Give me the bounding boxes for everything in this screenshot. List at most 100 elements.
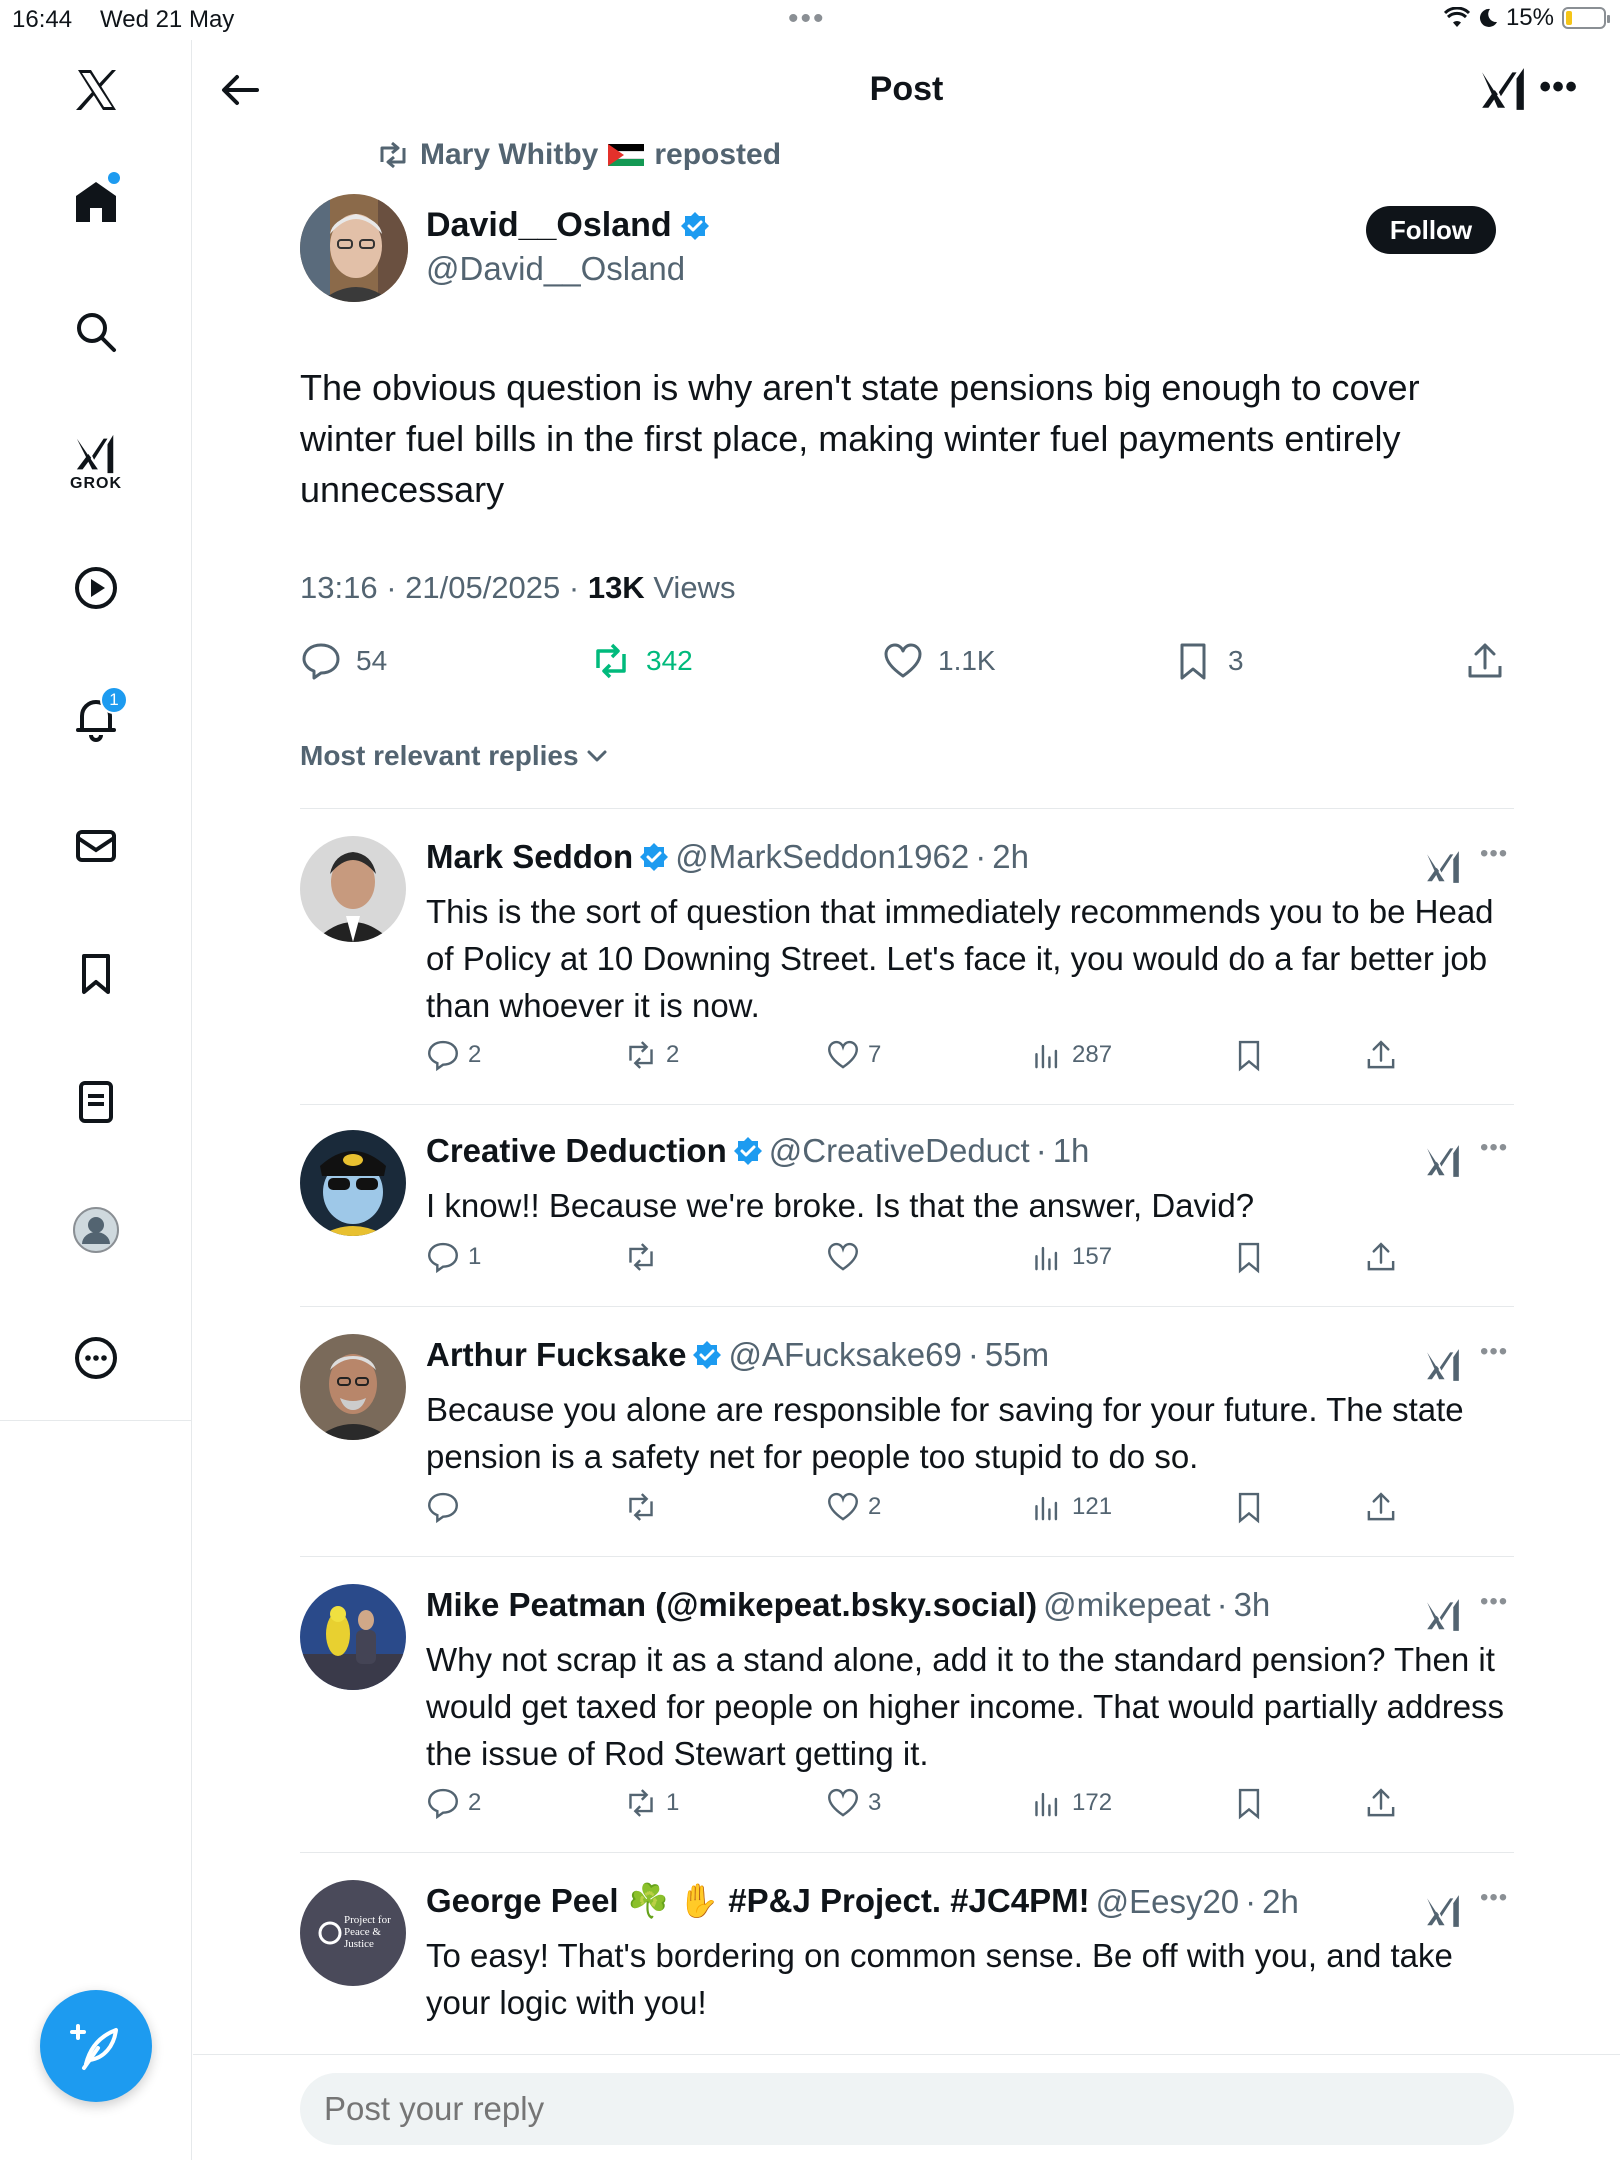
reply-avatar[interactable] <box>300 1334 406 1440</box>
reply-avatar[interactable] <box>300 1130 406 1236</box>
divider <box>300 808 1514 809</box>
grok-icon[interactable] <box>1478 64 1528 114</box>
reply-bookmark-button[interactable] <box>1232 1786 1266 1820</box>
reply-item[interactable]: Mike Peatman (@mikepeat.bsky.social) @mi… <box>300 1584 1514 1852</box>
reply-share-button[interactable] <box>1364 1786 1398 1820</box>
like-button[interactable]: 1.1K <box>882 640 996 682</box>
bookmark-button[interactable]: 3 <box>1172 640 1244 682</box>
reply-avatar[interactable] <box>300 836 406 942</box>
share-icon <box>1468 643 1502 678</box>
sidebar-item-home[interactable] <box>56 162 136 242</box>
reply-avatar[interactable]: Project for Peace & Justice <box>300 1880 406 1986</box>
moon-icon <box>1479 8 1497 27</box>
sidebar-item-video[interactable] <box>56 548 136 628</box>
reply-like-button[interactable] <box>826 1240 868 1274</box>
grok-icon[interactable] <box>1424 1892 1462 1930</box>
reply-author-handle[interactable]: @Eesy20 <box>1096 1883 1240 1921</box>
grok-icon[interactable] <box>1424 848 1462 886</box>
reply-repost-button[interactable] <box>624 1240 666 1274</box>
reply-author-name[interactable]: Arthur Fucksake <box>426 1336 686 1374</box>
reply-avatar[interactable] <box>300 1584 406 1690</box>
reply-author-name[interactable]: Creative Deduction <box>426 1132 727 1170</box>
multitasking-dots-icon[interactable]: ••• <box>788 2 826 36</box>
reply-time[interactable]: 1h <box>1053 1132 1090 1170</box>
sidebar-item-grok[interactable]: GROK <box>56 422 136 502</box>
sidebar-item-notifications[interactable]: 1 <box>56 678 136 758</box>
reply-button[interactable]: 54 <box>300 640 387 682</box>
reply-like-button[interactable]: 3 <box>826 1786 881 1820</box>
reply-more-icon[interactable]: ••• <box>1480 1134 1508 1162</box>
reply-reply-button[interactable]: 2 <box>426 1038 481 1072</box>
repost-icon <box>380 141 406 169</box>
reply-bookmark-button[interactable] <box>1232 1240 1266 1274</box>
reply-item[interactable]: Arthur Fucksake @AFucksake69 · 55m ••• B… <box>300 1334 1514 1556</box>
reply-time[interactable]: 2h <box>1262 1883 1299 1921</box>
follow-button[interactable]: Follow <box>1366 206 1496 254</box>
reply-item[interactable]: Creative Deduction @CreativeDeduct · 1h … <box>300 1130 1514 1306</box>
reply-time[interactable]: 3h <box>1234 1586 1271 1624</box>
repost-icon <box>629 1493 653 1521</box>
reply-reply-button[interactable]: 2 <box>426 1786 481 1820</box>
reply-count: 54 <box>356 645 388 676</box>
reply-author-handle[interactable]: @CreativeDeduct <box>769 1132 1030 1170</box>
share-button[interactable] <box>1464 640 1506 682</box>
reply-like-button[interactable]: 2 <box>826 1490 881 1524</box>
replies-sort-dropdown[interactable]: Most relevant replies <box>300 740 609 772</box>
reply-more-icon[interactable]: ••• <box>1480 1884 1508 1912</box>
reply-more-icon[interactable]: ••• <box>1480 840 1508 868</box>
reply-input[interactable] <box>300 2073 1514 2145</box>
reply-reply-button[interactable] <box>426 1490 468 1524</box>
reply-author-name[interactable]: George Peel ☘️ ✋ #P&J Project. #JC4PM! <box>426 1882 1090 1921</box>
reply-author-handle[interactable]: @MarkSeddon1962 <box>675 838 969 876</box>
reply-views-count: 121 <box>1072 1493 1113 1520</box>
reply-reply-button[interactable]: 1 <box>426 1240 481 1274</box>
reply-header: Arthur Fucksake @AFucksake69 · 55m <box>426 1336 1050 1374</box>
reply-repost-button[interactable] <box>624 1490 666 1524</box>
reply-bookmark-button[interactable] <box>1232 1038 1266 1072</box>
reply-item[interactable]: Project for Peace & Justice George Peel … <box>300 1880 1514 2040</box>
heart-icon <box>828 1242 858 1271</box>
reply-author-handle[interactable]: @mikepeat <box>1043 1586 1210 1624</box>
reply-author-name[interactable]: Mark Seddon <box>426 838 633 876</box>
reply-time[interactable]: 55m <box>985 1336 1049 1374</box>
author-name[interactable]: David__Osland <box>426 206 710 245</box>
reposter-name[interactable]: Mary Whitby <box>420 138 598 172</box>
x-logo-icon[interactable] <box>56 50 136 130</box>
author-avatar[interactable] <box>300 194 408 302</box>
sidebar-item-messages[interactable] <box>56 806 136 886</box>
sidebar-item-search[interactable] <box>56 292 136 372</box>
author-handle[interactable]: @David__Osland <box>426 250 685 288</box>
reply-repost-button[interactable]: 2 <box>624 1038 679 1072</box>
reply-more-icon[interactable]: ••• <box>1480 1338 1508 1366</box>
grok-icon[interactable] <box>1424 1596 1462 1634</box>
sidebar-item-profile[interactable] <box>56 1190 136 1270</box>
post-timestamp[interactable]: 13:16 · 21/05/2025 · <box>300 570 588 605</box>
reply-views-button[interactable]: 157 <box>1030 1240 1112 1274</box>
more-options-icon[interactable]: ••• <box>1539 68 1578 107</box>
grok-icon[interactable] <box>1424 1346 1462 1384</box>
reply-views-button[interactable]: 121 <box>1030 1490 1112 1524</box>
reply-more-icon[interactable]: ••• <box>1480 1588 1508 1616</box>
reply-author-name[interactable]: Mike Peatman (@mikepeat.bsky.social) <box>426 1586 1037 1624</box>
reply-like-button[interactable]: 7 <box>826 1038 881 1072</box>
reply-views-button[interactable]: 287 <box>1030 1038 1112 1072</box>
reply-item[interactable]: Mark Seddon @MarkSeddon1962 · 2h ••• Thi… <box>300 836 1514 1104</box>
sidebar-item-lists[interactable] <box>56 1062 136 1142</box>
reply-share-button[interactable] <box>1364 1240 1398 1274</box>
reply-views-button[interactable]: 172 <box>1030 1786 1112 1820</box>
reply-repost-button[interactable]: 1 <box>624 1786 679 1820</box>
battery-percent: 15% <box>1505 4 1554 31</box>
reply-share-button[interactable] <box>1364 1038 1398 1072</box>
reply-time[interactable]: 2h <box>992 838 1029 876</box>
heart-icon <box>884 643 922 678</box>
sidebar-item-more[interactable] <box>56 1318 136 1398</box>
reply-bookmark-button[interactable] <box>1232 1490 1266 1524</box>
repost-button[interactable]: 342 <box>590 640 693 682</box>
mail-icon <box>76 830 116 862</box>
reply-author-handle[interactable]: @AFucksake69 <box>728 1336 961 1374</box>
sidebar-item-bookmarks[interactable] <box>56 934 136 1014</box>
reply-header: Mike Peatman (@mikepeat.bsky.social) @mi… <box>426 1586 1271 1624</box>
grok-icon[interactable] <box>1424 1142 1462 1180</box>
compose-post-button[interactable] <box>40 1990 152 2102</box>
reply-share-button[interactable] <box>1364 1490 1398 1524</box>
